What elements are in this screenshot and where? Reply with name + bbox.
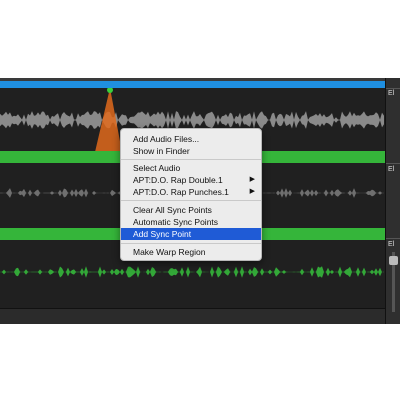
menu-item-add-audio-files[interactable]: Add Audio Files... [121,133,261,145]
chevron-right-icon: ▶ [249,176,255,183]
menu-item-label: APT:D.O. Rap Double.1 [133,175,223,185]
track-header-label-1: El [388,90,395,97]
menu-item-add-sync-point[interactable]: Add Sync Point [121,228,261,240]
track-header-label-3: El [388,241,395,248]
track-header-panel: El El El [385,78,400,324]
menu-item-select-audio[interactable]: Select Audio [121,162,261,174]
menu-separator [121,159,261,160]
panel-divider [386,163,400,164]
menu-separator [121,200,261,201]
track-header-label-2: El [388,166,395,173]
timeline-ruler[interactable] [0,81,385,88]
menu-item-automatic-sync-points[interactable]: Automatic Sync Points [121,216,261,228]
sync-point-handle[interactable] [107,88,113,93]
menu-item-label: APT:D.O. Rap Punches.1 [133,187,229,197]
menu-item-show-in-finder[interactable]: Show in Finder [121,145,261,157]
bottom-scrollbar[interactable] [0,308,385,324]
chevron-right-icon: ▶ [249,188,255,195]
menu-item-make-warp-region[interactable]: Make Warp Region [121,246,261,258]
panel-divider [386,88,400,89]
panel-divider [386,238,400,239]
volume-slider-knob[interactable] [389,256,398,265]
menu-item-rap-punches[interactable]: APT:D.O. Rap Punches.1 ▶ [121,186,261,198]
menu-item-clear-all-sync-points[interactable]: Clear All Sync Points [121,204,261,216]
context-menu: Add Audio Files... Show in Finder Select… [120,128,262,261]
menu-item-rap-double[interactable]: APT:D.O. Rap Double.1 ▶ [121,174,261,186]
menu-separator [121,243,261,244]
